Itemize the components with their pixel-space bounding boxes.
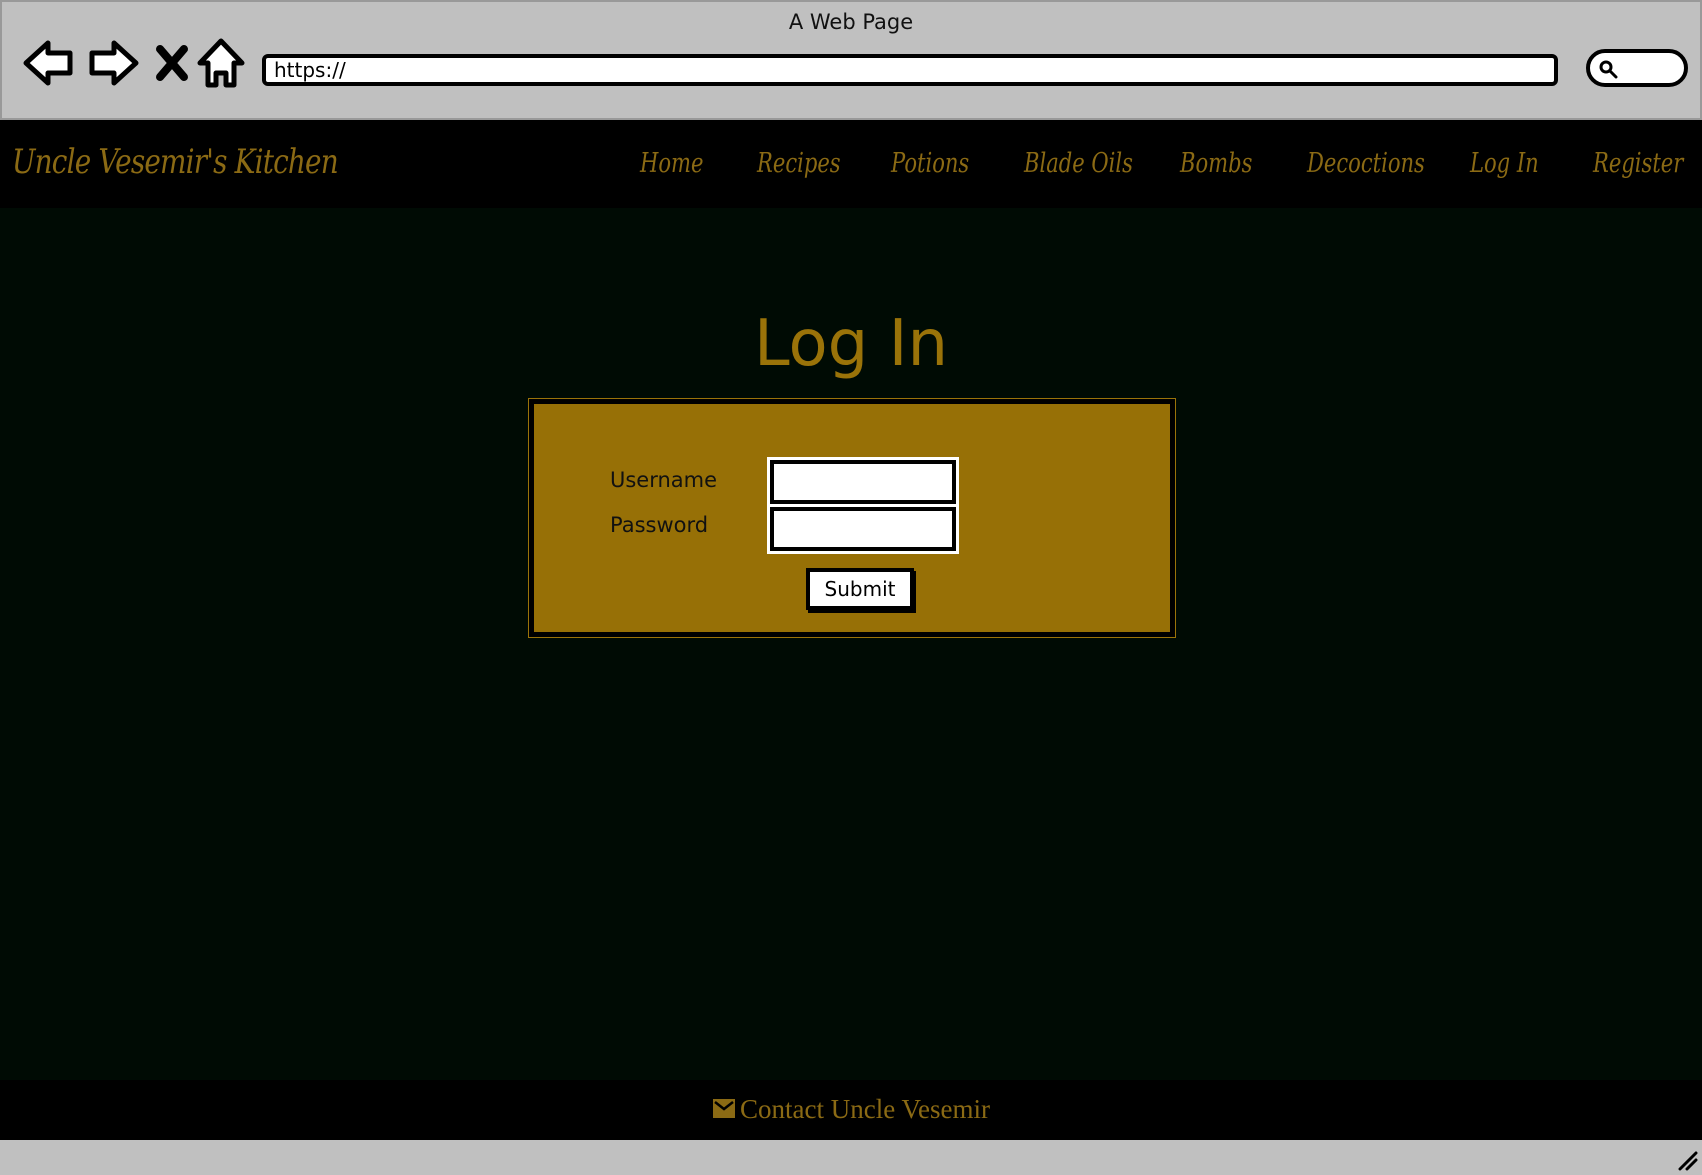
login-panel: Username Password Submit [528, 398, 1176, 638]
username-input[interactable] [767, 457, 959, 507]
home-icon[interactable] [196, 37, 246, 89]
nav-link-potions[interactable]: Potions [891, 148, 969, 179]
login-form: Username Password Submit [534, 404, 1170, 632]
nav-link-log-in[interactable]: Log In [1470, 148, 1539, 179]
nav-link-register[interactable]: Register [1593, 148, 1683, 179]
contact-link[interactable]: Contact Uncle Vesemir [0, 1094, 1702, 1125]
nav-link-recipes[interactable]: Recipes [757, 148, 841, 179]
contact-label: Contact Uncle Vesemir [740, 1094, 990, 1124]
url-bar[interactable]: https:// [262, 54, 1558, 86]
site-footer: Contact Uncle Vesemir [0, 1080, 1702, 1140]
search-icon [1599, 60, 1618, 79]
status-bar [0, 1140, 1702, 1175]
forward-icon[interactable] [86, 37, 140, 89]
browser-search-field[interactable] [1586, 49, 1688, 87]
envelope-icon [713, 1099, 736, 1118]
nav-link-bombs[interactable]: Bombs [1180, 148, 1252, 179]
nav-link-home[interactable]: Home [640, 148, 703, 179]
main-content: Log In Username Password Submit [0, 208, 1702, 1080]
username-label: Username [610, 468, 718, 492]
submit-button[interactable]: Submit [806, 568, 914, 610]
page-title: Log In [753, 306, 949, 381]
password-input[interactable] [767, 504, 959, 554]
resize-grip-icon[interactable] [1674, 1147, 1698, 1171]
password-label: Password [610, 513, 709, 537]
window-title: A Web Page [788, 10, 914, 34]
back-icon[interactable] [22, 37, 76, 89]
nav-link-blade-oils[interactable]: Blade Oils [1024, 148, 1133, 179]
site-nav: Home Recipes Potions Blade Oils Bombs De… [0, 148, 1702, 188]
browser-chrome: A Web Page https:// [0, 0, 1702, 120]
stop-icon[interactable] [152, 37, 192, 89]
site-header: Uncle Vesemir's Kitchen Home Recipes Pot… [0, 120, 1702, 208]
nav-link-decoctions[interactable]: Decoctions [1307, 148, 1425, 179]
